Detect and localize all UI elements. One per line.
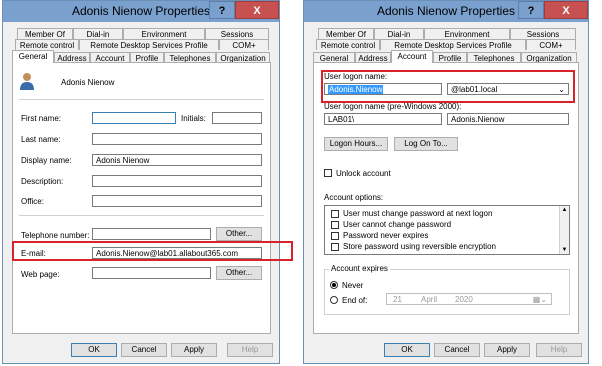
end-of-label: End of: (342, 296, 368, 305)
account-options-label: Account options: (324, 193, 384, 202)
tab-environment[interactable]: Environment (123, 28, 205, 39)
tab-account[interactable]: Account (391, 50, 433, 63)
never-radio[interactable] (330, 281, 338, 289)
help-title-button[interactable]: ? (209, 1, 235, 19)
date-year: 2020 (455, 295, 473, 304)
option-label: Password never expires (343, 231, 429, 240)
tab-sessions[interactable]: Sessions (510, 28, 576, 39)
tab-member-of[interactable]: Member Of (17, 28, 73, 39)
tab-remote-control[interactable]: Remote control (316, 39, 380, 50)
cancel-button[interactable]: Cancel (434, 343, 480, 357)
webpage-label: Web page: (21, 270, 60, 279)
tab-remote-control[interactable]: Remote control (15, 39, 79, 50)
separator (19, 99, 264, 100)
account-expires-label: Account expires (329, 264, 390, 273)
logon-hours-button[interactable]: Logon Hours... (324, 137, 388, 151)
help-title-button[interactable]: ? (518, 1, 544, 19)
end-of-date-picker[interactable]: 21 April 2020 ▦⌄ (386, 293, 552, 305)
last-name-label: Last name: (21, 135, 61, 144)
title-bar[interactable]: Adonis Nienow Properties ? X (304, 1, 588, 22)
user-display-header: Adonis Nienow (61, 78, 115, 87)
apply-button[interactable]: Apply (171, 343, 217, 357)
option-checkbox[interactable] (331, 243, 339, 251)
last-name-field[interactable] (92, 133, 262, 145)
initials-field[interactable] (212, 112, 262, 124)
end-of-radio[interactable] (330, 296, 338, 304)
date-month: April (421, 295, 438, 304)
help-button[interactable]: Help (536, 343, 582, 357)
ok-button[interactable]: OK (384, 343, 430, 357)
tab-dial-in[interactable]: Dial-in (374, 28, 424, 39)
first-name-label: First name: (21, 114, 62, 123)
telephone-other-button[interactable]: Other... (216, 227, 262, 241)
apply-button[interactable]: Apply (484, 343, 530, 357)
tab-general[interactable]: General (12, 50, 54, 63)
option-checkbox[interactable] (331, 221, 339, 229)
help-button[interactable]: Help (227, 343, 273, 357)
account-options-list[interactable]: User must change password at next logon … (324, 205, 570, 255)
general-tab-page: Adonis Nienow First name: Initials: Last… (12, 62, 271, 334)
options-scrollbar[interactable]: ▲ ▼ (559, 206, 569, 254)
user-icon (20, 73, 34, 90)
tab-dial-in[interactable]: Dial-in (73, 28, 123, 39)
option-checkbox[interactable] (331, 210, 339, 218)
properties-window-general: Adonis Nienow Properties ? X Member Of D… (2, 0, 293, 364)
telephone-label: Telephone number: (21, 231, 90, 240)
pre2000-domain-field[interactable]: LAB01\ (324, 113, 442, 125)
display-name-field[interactable]: Adonis Nienow (92, 154, 262, 166)
option-label: Store password using reversible encrypti… (343, 242, 496, 251)
radio-dot (332, 283, 336, 287)
initials-label: Initials: (181, 114, 206, 123)
calendar-icon[interactable]: ▦⌄ (533, 294, 547, 304)
close-button[interactable]: X (544, 1, 588, 19)
scroll-up-icon[interactable]: ▲ (560, 206, 569, 214)
option-label: User cannot change password (343, 220, 452, 229)
cancel-button[interactable]: Cancel (121, 343, 167, 357)
never-label: Never (342, 281, 364, 290)
option-label: User must change password at next logon (343, 209, 493, 218)
unlock-account-label: Unlock account (336, 169, 391, 178)
telephone-field[interactable] (92, 228, 211, 240)
tab-member-of[interactable]: Member Of (318, 28, 374, 39)
option-checkbox[interactable] (331, 232, 339, 240)
office-label: Office: (21, 197, 44, 206)
email-highlight-box (12, 241, 293, 261)
tab-sessions[interactable]: Sessions (205, 28, 269, 39)
webpage-other-button[interactable]: Other... (216, 266, 262, 280)
description-label: Description: (21, 177, 64, 186)
account-expires-group (324, 269, 570, 315)
pre2000-name-field[interactable]: Adonis.Nienow (447, 113, 569, 125)
display-name-label: Display name: (21, 156, 72, 165)
pre2000-label: User logon name (pre-Windows 2000): (324, 102, 462, 111)
description-field[interactable] (92, 175, 262, 187)
title-bar[interactable]: Adonis Nienow Properties ? X (3, 1, 279, 22)
tab-rds-profile[interactable]: Remote Desktop Services Profile (79, 39, 219, 50)
date-day: 21 (393, 295, 402, 304)
scroll-down-icon[interactable]: ▼ (560, 246, 569, 254)
office-field[interactable] (92, 195, 262, 207)
tab-rds-profile[interactable]: Remote Desktop Services Profile (380, 39, 526, 50)
first-name-field[interactable] (92, 112, 176, 124)
close-button[interactable]: X (235, 1, 279, 19)
webpage-field[interactable] (92, 267, 211, 279)
properties-window-account: Adonis Nienow Properties ? X Member Of D… (303, 0, 589, 364)
tab-com-plus[interactable]: COM+ (526, 39, 576, 50)
separator (19, 215, 264, 216)
logon-to-button[interactable]: Log On To... (394, 137, 458, 151)
tab-environment[interactable]: Environment (424, 28, 510, 39)
logon-name-highlight-box (321, 70, 575, 103)
unlock-account-checkbox[interactable] (324, 169, 332, 177)
ok-button[interactable]: OK (71, 343, 117, 357)
tab-com-plus[interactable]: COM+ (219, 39, 269, 50)
